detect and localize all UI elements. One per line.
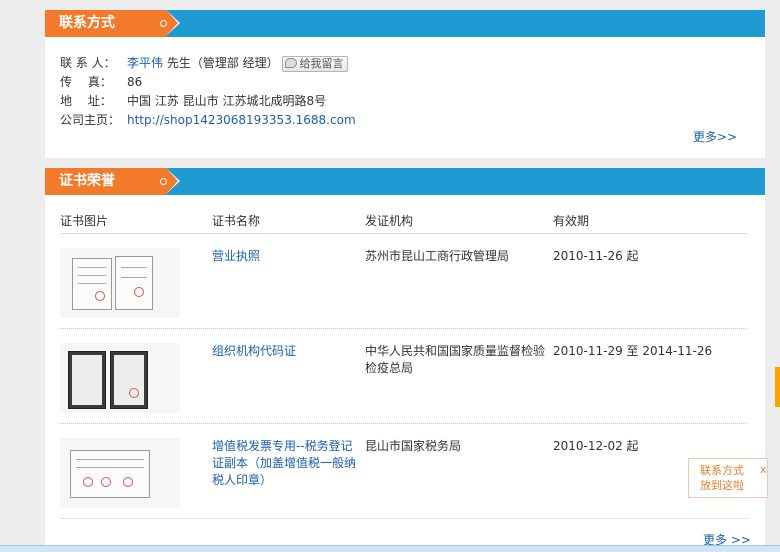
cert-thumbnail[interactable] bbox=[60, 438, 180, 508]
fax-row: 传 真： 86 bbox=[60, 73, 356, 92]
leave-message-label: 给我留言 bbox=[299, 56, 344, 70]
contact-info: 联 系 人： 李平伟 先生（管理部 经理） 给我留言 传 真： 86 地 址： 中国 … bbox=[60, 54, 356, 130]
address-value: 中国 江苏 昆山市 江苏城北成明路8号 bbox=[127, 94, 327, 108]
cert-issuer: 苏州市昆山工商行政管理局 bbox=[365, 249, 510, 263]
contact-more-link[interactable]: 更多>> bbox=[693, 128, 737, 145]
close-icon[interactable]: x bbox=[760, 462, 767, 477]
document-image-icon bbox=[72, 258, 112, 310]
document-page bbox=[114, 355, 144, 405]
contact-person-name-link[interactable]: 李平伟 bbox=[127, 56, 163, 70]
cert-table-header: 证书图片 证书名称 发证机构 有效期 bbox=[60, 212, 748, 234]
contact-person-row: 联 系 人： 李平伟 先生（管理部 经理） 给我留言 bbox=[60, 54, 356, 73]
cert-issuer: 昆山市国家税务局 bbox=[365, 439, 462, 453]
table-row: 组织机构代码证 中华人民共和国国家质量监督检验检疫总局 2010-11-29 至… bbox=[60, 329, 748, 424]
homepage-label: 公司主页： bbox=[60, 113, 121, 127]
contact-person-title: 先生（管理部 经理） bbox=[163, 56, 279, 70]
contact-person-label: 联 系 人： bbox=[60, 56, 116, 70]
cert-header-tab: 证书荣誉 bbox=[45, 168, 167, 195]
text-line bbox=[78, 283, 106, 284]
column-header-name: 证书名称 bbox=[212, 214, 261, 228]
seal-icon bbox=[95, 291, 105, 301]
cert-name-link[interactable]: 增值税发票专用--税务登记证副本（加盖增值税一般纳税人印章） bbox=[212, 438, 364, 489]
address-row: 地 址： 中国 江苏 昆山市 江苏城北成明路8号 bbox=[60, 92, 356, 111]
leave-message-button[interactable]: 给我留言 bbox=[282, 55, 349, 72]
seal-icon bbox=[101, 477, 111, 487]
floating-contact-line2: 放到这啦 bbox=[700, 479, 744, 492]
column-header-issuer: 发证机构 bbox=[365, 214, 414, 228]
cert-thumbnail[interactable] bbox=[60, 248, 180, 318]
cert-validity: 2010-11-29 至 2014-11-26 bbox=[553, 344, 713, 358]
fax-value: 86 bbox=[127, 75, 143, 89]
seal-icon bbox=[83, 477, 93, 487]
circle-icon bbox=[160, 20, 167, 27]
cert-name-link[interactable]: 营业执照 bbox=[212, 248, 364, 265]
seal-icon bbox=[123, 477, 133, 487]
column-header-validity: 有效期 bbox=[553, 214, 590, 228]
contact-title: 联系方式 bbox=[59, 15, 115, 31]
cert-header-bar: 证书荣誉 bbox=[45, 168, 765, 195]
seal-icon bbox=[134, 287, 144, 297]
cert-panel: 证书荣誉 证书图片 证书名称 发证机构 有效期 营业执照 苏州市昆山工商行政管理… bbox=[45, 168, 765, 552]
header-arrow bbox=[166, 168, 178, 194]
text-line bbox=[76, 459, 144, 460]
text-line bbox=[78, 275, 106, 276]
document-image-icon bbox=[115, 256, 153, 310]
contact-header-bar: 联系方式 bbox=[45, 10, 765, 37]
floating-contact-box[interactable]: 联系方式 放到这啦 x bbox=[688, 458, 768, 498]
cert-issuer: 中华人民共和国国家质量监督检验检疫总局 bbox=[365, 344, 546, 375]
contact-panel: 联系方式 联 系 人： 李平伟 先生（管理部 经理） 给我留言 传 真： 86 地 … bbox=[45, 10, 765, 158]
table-row: 营业执照 苏州市昆山工商行政管理局 2010-11-26 起 bbox=[60, 234, 748, 329]
fax-label: 传 真： bbox=[60, 75, 112, 89]
side-feedback-tab[interactable] bbox=[775, 367, 780, 407]
text-line bbox=[76, 467, 144, 468]
header-arrow bbox=[166, 10, 178, 36]
document-image-icon bbox=[110, 351, 148, 409]
message-bubble-icon bbox=[285, 57, 298, 68]
document-page bbox=[72, 355, 102, 405]
homepage-row: 公司主页： http://shop1423068193353.1688.com bbox=[60, 111, 356, 130]
text-line bbox=[121, 267, 147, 268]
bottom-toolbar bbox=[0, 545, 780, 552]
cert-validity: 2010-11-26 起 bbox=[553, 249, 639, 263]
text-line bbox=[78, 267, 106, 268]
cert-validity: 2010-12-02 起 bbox=[553, 439, 639, 453]
document-image-icon bbox=[68, 351, 106, 409]
text-line bbox=[121, 277, 147, 278]
cert-name-link[interactable]: 组织机构代码证 bbox=[212, 343, 364, 360]
circle-icon bbox=[160, 178, 167, 185]
document-image-icon bbox=[70, 450, 150, 498]
homepage-link[interactable]: http://shop1423068193353.1688.com bbox=[127, 113, 356, 127]
contact-header-tab: 联系方式 bbox=[45, 10, 167, 37]
table-row: 增值税发票专用--税务登记证副本（加盖增值税一般纳税人印章） 昆山市国家税务局 … bbox=[60, 424, 748, 519]
seal-icon bbox=[129, 388, 139, 398]
cert-title: 证书荣誉 bbox=[59, 173, 115, 189]
address-label: 地 址： bbox=[60, 94, 112, 108]
column-header-image: 证书图片 bbox=[60, 214, 109, 228]
cert-thumbnail[interactable] bbox=[60, 343, 180, 413]
floating-contact-line1: 联系方式 bbox=[700, 464, 744, 477]
